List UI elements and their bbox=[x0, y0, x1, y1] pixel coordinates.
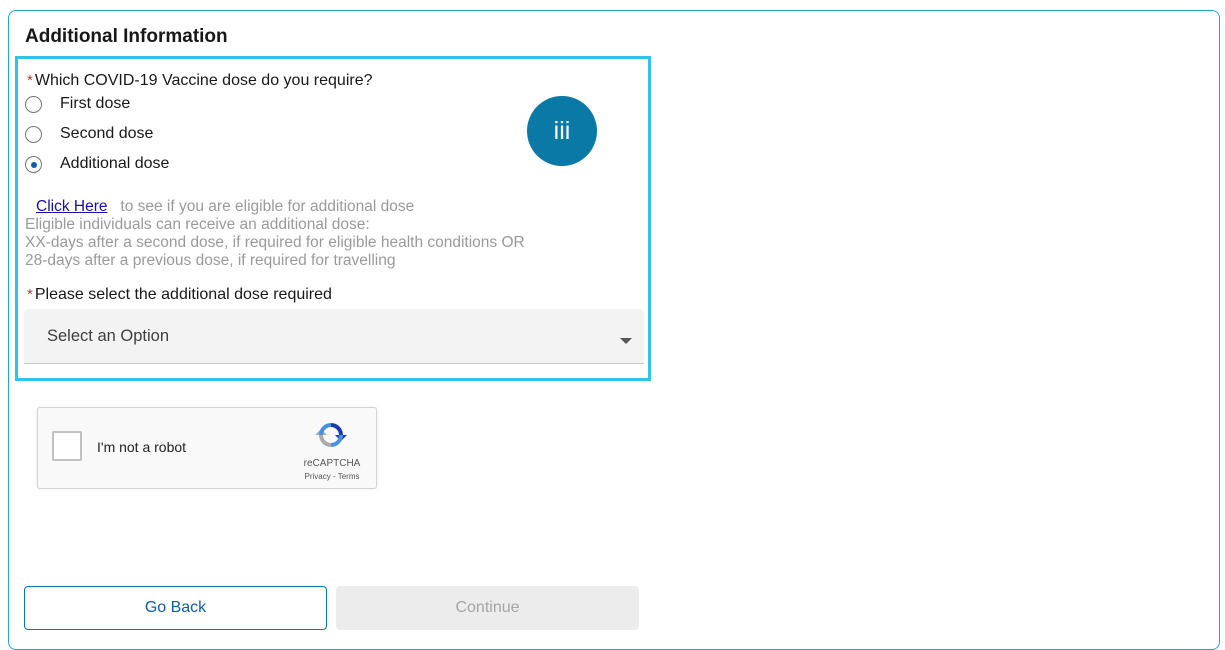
radio-label: Additional dose bbox=[60, 155, 170, 172]
eligibility-line-1: Eligible individuals can receive an addi… bbox=[25, 216, 370, 233]
go-back-button[interactable]: Go Back bbox=[24, 586, 327, 630]
eligibility-line-2: XX-days after a second dose, if required… bbox=[25, 234, 525, 251]
required-marker: * bbox=[27, 286, 33, 303]
select-value: Select an Option bbox=[47, 326, 169, 345]
additional-dose-label-text: Please select the additional dose requir… bbox=[34, 286, 332, 303]
radio-button[interactable] bbox=[25, 125, 42, 143]
continue-button[interactable]: Continue bbox=[336, 586, 639, 630]
recaptcha-logo-icon bbox=[315, 423, 347, 447]
required-marker: * bbox=[27, 72, 33, 89]
section-title: Additional Information bbox=[25, 26, 228, 47]
additional-dose-label: * Please select the additional dose requi… bbox=[27, 286, 332, 304]
annotation-badge: iii bbox=[527, 96, 597, 166]
radio-first-dose[interactable]: First dose bbox=[25, 93, 130, 115]
recaptcha-terms[interactable]: Privacy - Terms bbox=[296, 472, 368, 481]
recaptcha-label: I'm not a robot bbox=[97, 439, 187, 455]
dose-question-label: * Which COVID-19 Vaccine dose do you requ… bbox=[27, 72, 373, 90]
radio-label: Second dose bbox=[60, 125, 154, 142]
dose-question-text: Which COVID-19 Vaccine dose do you requi… bbox=[34, 72, 373, 89]
additional-dose-select[interactable]: Select an Option bbox=[24, 309, 644, 364]
eligibility-line-3: 28-days after a previous dose, if requir… bbox=[25, 252, 396, 269]
chevron-down-icon bbox=[620, 338, 632, 344]
recaptcha-brand: reCAPTCHA bbox=[303, 458, 361, 469]
eligibility-link-suffix: to see if you are eligible for additiona… bbox=[120, 198, 415, 215]
radio-additional-dose[interactable]: Additional dose bbox=[25, 153, 169, 175]
eligibility-link-line: Click Here to see if you are eligible fo… bbox=[25, 198, 525, 216]
radio-second-dose[interactable]: Second dose bbox=[25, 123, 153, 145]
radio-label: First dose bbox=[60, 95, 131, 112]
eligibility-info: Click Here to see if you are eligible fo… bbox=[25, 198, 525, 270]
click-here-link[interactable]: Click Here bbox=[36, 198, 107, 215]
recaptcha-checkbox[interactable] bbox=[52, 431, 82, 461]
radio-button-selected[interactable] bbox=[25, 155, 42, 173]
recaptcha-widget: I'm not a robot reCAPTCHA Privacy - Term… bbox=[37, 407, 377, 489]
radio-button[interactable] bbox=[25, 95, 42, 113]
